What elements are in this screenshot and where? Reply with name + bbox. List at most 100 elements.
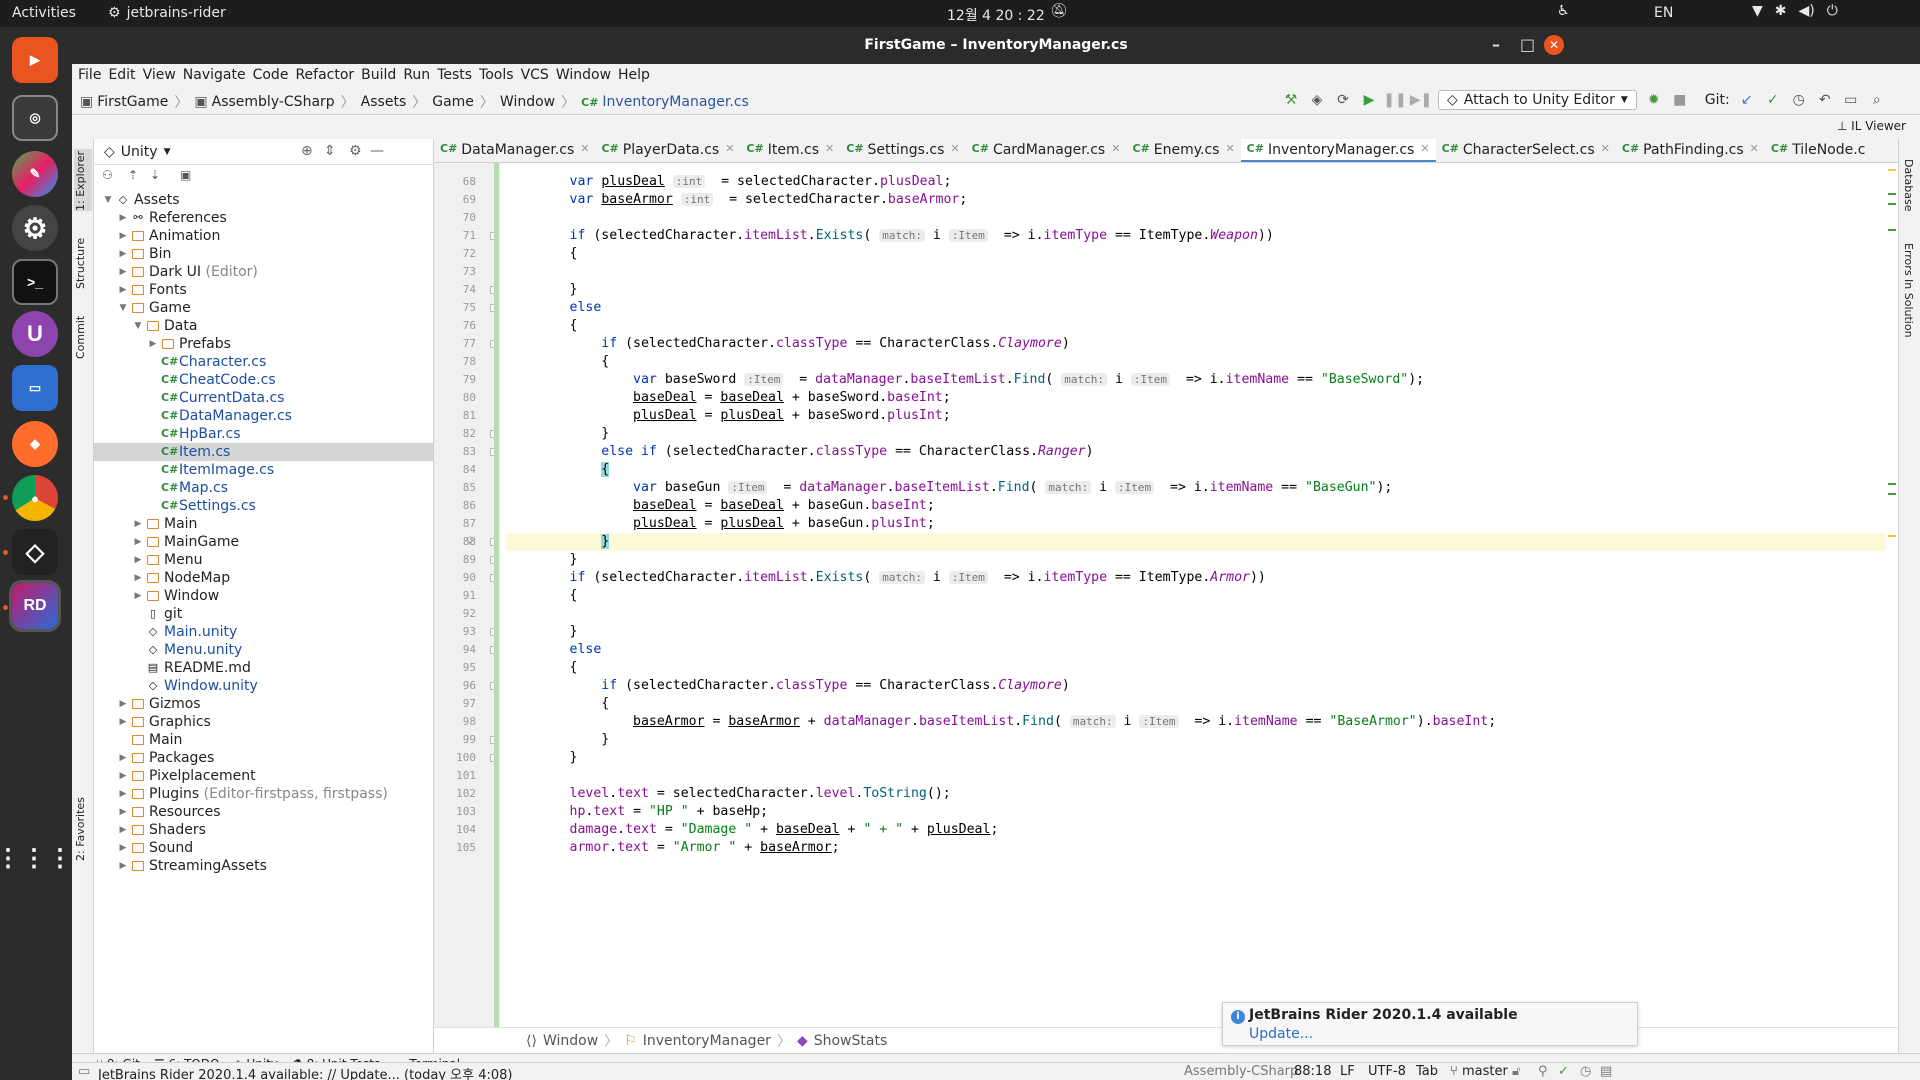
menu-vcs[interactable]: VCS	[521, 64, 555, 87]
menu-code[interactable]: Code	[253, 64, 295, 87]
collapse-arrow-icon[interactable]: ▶	[117, 839, 129, 857]
tree-item[interactable]: ▼ Data	[94, 317, 433, 335]
tree-item[interactable]: ▶ NodeMap	[94, 569, 433, 587]
tree-item[interactable]: ▶ Window	[94, 587, 433, 605]
editor-tab[interactable]: C# CharacterSelect.cs ✕	[1436, 139, 1616, 162]
unity-connect-icon[interactable]: ◈	[1308, 90, 1326, 110]
il-viewer-button[interactable]: ⊥ IL Viewer	[1837, 119, 1906, 133]
tree-item[interactable]: C# CheatCode.cs	[94, 371, 433, 389]
menu-view[interactable]: View	[143, 64, 182, 87]
editor-tab[interactable]: C# PathFinding.cs ✕	[1616, 139, 1765, 162]
collapse-arrow-icon[interactable]: ▶	[117, 857, 129, 875]
code-line[interactable]: {	[506, 659, 578, 677]
tree-item[interactable]: ▶ Bin	[94, 245, 433, 263]
collapse-arrow-icon[interactable]: ▶	[117, 281, 129, 299]
lock-icon[interactable]: 🔓︎	[1512, 1064, 1520, 1079]
project-structure-icon[interactable]: ▭	[1842, 90, 1860, 110]
code-line[interactable]: var baseArmor :int = selectedCharacter.b…	[506, 191, 968, 209]
editor-crumb-method[interactable]: ShowStats	[814, 1033, 888, 1049]
code-line[interactable]: if (selectedCharacter.classType == Chara…	[506, 677, 1070, 695]
expand-icon[interactable]: ⇡	[128, 168, 138, 182]
autoscroll-icon[interactable]: ▣	[180, 168, 191, 182]
collapse-arrow-icon[interactable]: ▶	[117, 263, 129, 281]
minimize-icon[interactable]: –	[1492, 35, 1500, 54]
expand-arrow-icon[interactable]: ▼	[132, 317, 144, 335]
ubuntu-software-icon[interactable]: U	[12, 311, 58, 357]
code-line[interactable]: if (selectedCharacter.itemList.Exists( m…	[506, 227, 1274, 245]
breadcrumb-window[interactable]: Window	[500, 94, 555, 110]
tree-item[interactable]: ▼ Game	[94, 299, 433, 317]
close-icon[interactable]: ✕	[1544, 35, 1564, 55]
system-tray[interactable]: ▼ ✱ ◀) ⏻	[1752, 3, 1838, 19]
tree-item[interactable]: ▶ MainGame	[94, 533, 433, 551]
tree-item[interactable]: ▶ Animation	[94, 227, 433, 245]
breadcrumb-project[interactable]: ▣ Assembly-CSharp	[194, 94, 334, 110]
update-link[interactable]: Update...	[1249, 1026, 1313, 1042]
line-separator[interactable]: LF	[1340, 1064, 1355, 1079]
collapse-arrow-icon[interactable]: ▶	[117, 695, 129, 713]
close-tab-icon[interactable]: ✕	[725, 142, 734, 162]
tree-item[interactable]: ▶ Menu	[94, 551, 433, 569]
collapse-arrow-icon[interactable]: ▶	[117, 803, 129, 821]
code-line[interactable]: plusDeal = plusDeal + baseSword.plusInt;	[506, 407, 951, 425]
code-line[interactable]: }	[506, 551, 578, 569]
collapse-arrow-icon[interactable]: ▶	[117, 713, 129, 731]
code-line[interactable]: }	[506, 731, 609, 749]
tree-item[interactable]: ▶ Plugins (Editor-firstpass, firstpass)	[94, 785, 433, 803]
code-line[interactable]: {	[506, 353, 609, 371]
status-context[interactable]: Assembly-CSharp	[1184, 1064, 1298, 1079]
tool-tab-explorer[interactable]: 1: Explorer	[74, 149, 92, 211]
tree-item[interactable]: ▶ Pixelplacement	[94, 767, 433, 785]
step-icon[interactable]: ▶❚	[1410, 90, 1433, 110]
tree-item[interactable]: ◇ Main.unity	[94, 623, 433, 641]
tree-item[interactable]: ▼ ◇ Assets	[94, 191, 433, 209]
code-line[interactable]: }	[506, 533, 1886, 551]
collapse-arrow-icon[interactable]: ▶	[132, 569, 144, 587]
close-tab-icon[interactable]: ✕	[1111, 142, 1120, 162]
settings-icon[interactable]: ⚙	[12, 205, 58, 251]
collapse-arrow-icon[interactable]: ▶	[117, 209, 129, 227]
editor-tab[interactable]: C# TileNode.c	[1765, 139, 1872, 162]
tree-item[interactable]: ▶ ⚯ References	[94, 209, 433, 227]
memory-icon[interactable]: ▤	[1600, 1064, 1612, 1079]
tree-item[interactable]: C# CurrentData.cs	[94, 389, 433, 407]
close-tab-icon[interactable]: ✕	[1420, 142, 1429, 160]
code-line[interactable]: if (selectedCharacter.itemList.Exists( m…	[506, 569, 1266, 587]
editor-tab[interactable]: C# Enemy.cs ✕	[1126, 139, 1240, 162]
status-message[interactable]: JetBrains Rider 2020.1.4 available: // U…	[98, 1064, 513, 1080]
files-icon[interactable]: ▭	[12, 365, 58, 411]
git-commit-icon[interactable]: ✓	[1764, 90, 1782, 110]
code-line[interactable]: armor.text = "Armor " + baseArmor;	[506, 839, 840, 857]
tool-tab-favorites[interactable]: 2: Favorites	[74, 789, 92, 861]
close-tab-icon[interactable]: ✕	[950, 142, 959, 162]
tree-item[interactable]: ▤ README.md	[94, 659, 433, 677]
screenshot-icon[interactable]: ◎	[12, 95, 58, 141]
pause-icon[interactable]: ❚❚	[1383, 90, 1406, 110]
tree-item[interactable]: C# Settings.cs	[94, 497, 433, 515]
intention-bulb-icon[interactable]: 💡︎	[466, 534, 474, 549]
caret-position[interactable]: 88:18	[1294, 1064, 1331, 1079]
terminal-icon[interactable]: >_	[12, 259, 58, 305]
code-line[interactable]: level.text = selectedCharacter.level.ToS…	[506, 785, 951, 803]
menu-file[interactable]: File	[78, 64, 107, 87]
collapse-arrow-icon[interactable]: ▶	[117, 767, 129, 785]
menu-edit[interactable]: Edit	[108, 64, 141, 87]
code-line[interactable]: }	[506, 281, 578, 299]
inspection-icon[interactable]: ⚲	[1538, 1064, 1548, 1079]
tree-item[interactable]: ▶ Fonts	[94, 281, 433, 299]
code-line[interactable]: baseDeal = baseDeal + baseSword.baseInt;	[506, 389, 951, 407]
code-line[interactable]: {	[506, 461, 610, 479]
collapse-arrow-icon[interactable]: ▶	[132, 515, 144, 533]
input-language[interactable]: EN	[1654, 5, 1673, 21]
editor-tab[interactable]: C# DataManager.cs ✕	[434, 139, 595, 162]
editor-crumb-namespace[interactable]: Window	[543, 1033, 598, 1049]
app-menu[interactable]: ⚙ jetbrains-rider	[108, 5, 226, 21]
collapse-arrow-icon[interactable]: ▶	[117, 821, 129, 839]
menu-run[interactable]: Run	[403, 64, 436, 87]
collapse-arrow-icon[interactable]: ▶	[117, 749, 129, 767]
show-apps-icon[interactable]: ⋮⋮⋮	[0, 835, 72, 881]
tree-item[interactable]: ◇ Menu.unity	[94, 641, 433, 659]
code-line[interactable]: damage.text = "Damage " + baseDeal + " +…	[506, 821, 999, 839]
tree-item[interactable]: Main	[94, 731, 433, 749]
code-line[interactable]: var baseGun :Item = dataManager.baseItem…	[506, 479, 1392, 497]
